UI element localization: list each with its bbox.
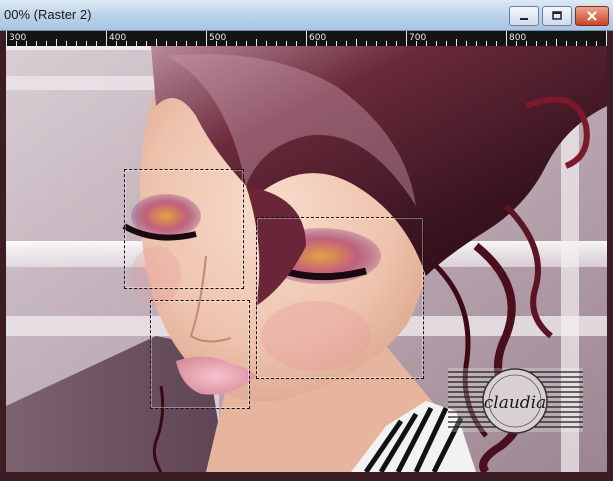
ruler-label: 800: [509, 33, 526, 43]
ruler-label: 700: [409, 33, 426, 43]
image-canvas[interactable]: claudia: [6, 46, 607, 472]
ruler-label: 400: [109, 33, 126, 43]
selection-marquee-left-eye[interactable]: [124, 169, 244, 289]
ruler-ticks: 300 400 500 600 700 800: [6, 31, 607, 46]
minimize-icon: [520, 18, 528, 20]
window-frame-bottom: [0, 472, 613, 481]
ruler-label: 300: [9, 33, 26, 43]
ruler-label: 600: [309, 33, 326, 43]
maximize-button[interactable]: [542, 6, 572, 26]
horizontal-ruler[interactable]: 300 400 500 600 700 800: [6, 31, 607, 46]
ruler-label: 500: [209, 33, 226, 43]
selection-marquee-right-eye[interactable]: [256, 217, 424, 379]
watermark-text: claudia: [484, 393, 547, 413]
title-bar[interactable]: 00% (Raster 2): [0, 0, 613, 31]
close-icon: [587, 11, 597, 21]
selection-marquee-lips[interactable]: [150, 300, 250, 409]
window-title: 00% (Raster 2): [4, 7, 92, 22]
close-button[interactable]: [575, 6, 609, 26]
minimize-button[interactable]: [509, 6, 539, 26]
maximize-icon: [552, 11, 562, 20]
window-frame-right: [607, 31, 613, 472]
image-window: 00% (Raster 2) 300 400 500 600 700 800 c…: [0, 0, 613, 481]
